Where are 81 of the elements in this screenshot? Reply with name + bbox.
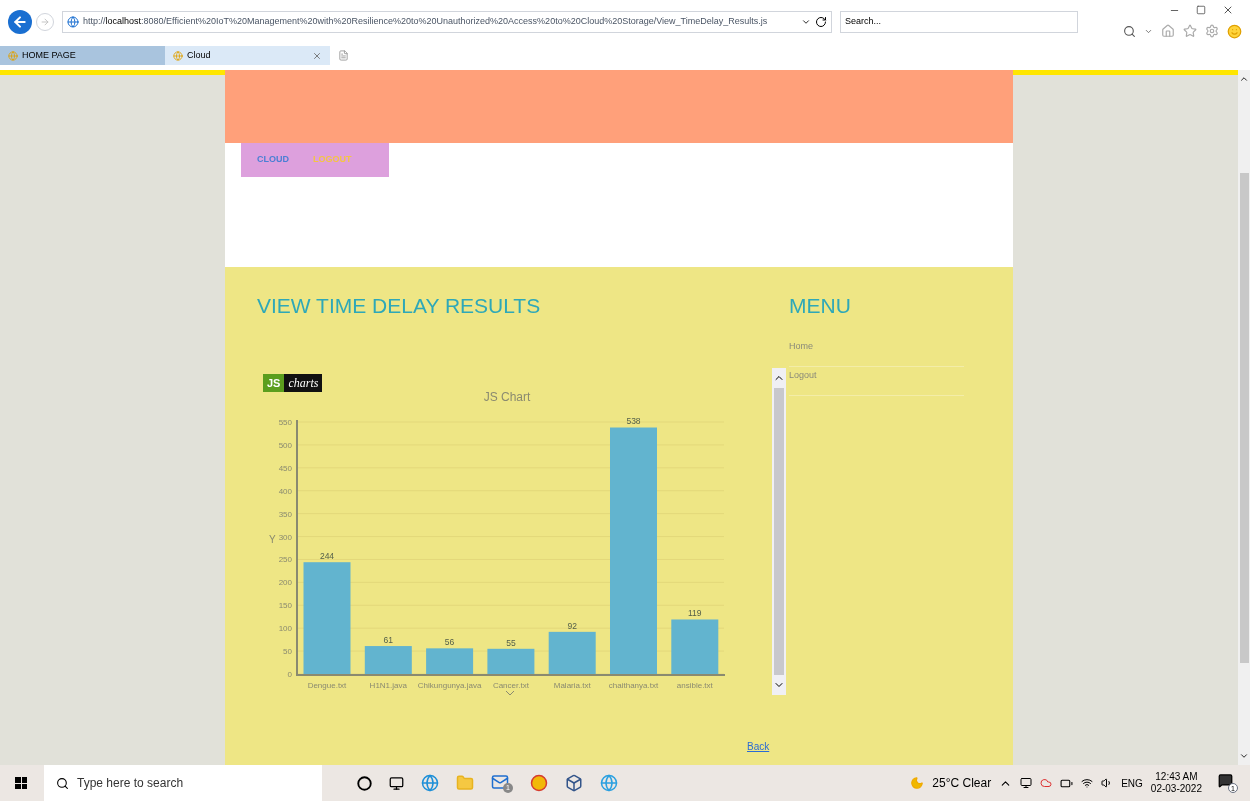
taskbar-search-field[interactable]: Type here to search: [44, 765, 322, 801]
browser-tab[interactable]: HOME PAGE: [0, 46, 165, 65]
page-title: VIEW TIME DELAY RESULTS: [257, 295, 542, 316]
page-scroll-bar[interactable]: [1238, 70, 1250, 765]
monitor-icon[interactable]: [1020, 777, 1033, 789]
cube-icon[interactable]: [565, 774, 583, 792]
category-label: Cancer.txt: [492, 681, 529, 690]
tick-label: 500: [278, 440, 292, 450]
restore-icon[interactable]: [1196, 5, 1206, 15]
value-label: 55: [506, 637, 516, 648]
bar: [548, 631, 596, 674]
category-label: ansible.txt: [676, 681, 713, 690]
url-text: http://localhost:8080/Efficient%20IoT%20Management%20with%20Resilience%20to%20Unauthorized%20Access%20to%20Cloud%20Storage/View_TimeDelay_Results.js: [83, 15, 768, 29]
menu-title: MENU: [789, 295, 852, 316]
smiley-icon[interactable]: [1227, 23, 1242, 39]
tab-label: Cloud: [187, 48, 211, 62]
close-icon[interactable]: [1222, 4, 1234, 16]
tick-label: 300: [278, 532, 292, 542]
search-icon: [56, 776, 69, 790]
weather-text: 25°C Clear: [932, 775, 992, 792]
task-view-icon[interactable]: [389, 775, 404, 791]
circle-icon[interactable]: [357, 775, 372, 791]
category-label: Dengue.txt: [307, 681, 347, 690]
tick-label: 350: [278, 509, 292, 519]
globe-icon: [173, 50, 183, 61]
tick-label: 250: [278, 555, 292, 565]
search-icon[interactable]: [1123, 24, 1136, 38]
tick-label: 50: [283, 647, 292, 657]
category-label: chaithanya.txt: [608, 681, 659, 690]
back-link[interactable]: Back: [747, 741, 770, 752]
tick-label: 400: [278, 486, 292, 496]
bar: [487, 648, 535, 674]
clock-date[interactable]: 02-03-2022: [1150, 783, 1202, 796]
chart-logo: JS charts: [263, 374, 323, 392]
wifi-icon[interactable]: [1081, 777, 1094, 789]
tick-label: 0: [287, 670, 292, 679]
settings-icon[interactable]: [1205, 24, 1219, 38]
refresh-icon[interactable]: [815, 16, 827, 28]
scroll-up-icon[interactable]: [1239, 74, 1249, 84]
tick-label: 200: [278, 578, 292, 588]
category-label: H1N1.java: [369, 681, 407, 690]
new-tab-icon[interactable]: [338, 50, 349, 61]
bar: [364, 646, 412, 674]
windows-icon[interactable]: [15, 777, 27, 789]
address-bar[interactable]: http://localhost:8080/Efficient%20IoT%20Management%20with%20Resilience%20to%20Unauthorized%20Access%20to%20Cloud%20Storage/View_TimeDelay_Results.js: [62, 11, 832, 33]
bar: [426, 648, 474, 674]
back-button[interactable]: [8, 10, 32, 34]
value-label: 61: [383, 635, 394, 646]
value-label: 56: [444, 637, 455, 648]
browser-tab[interactable]: Cloud: [165, 46, 330, 65]
tick-label: 550: [278, 418, 292, 427]
tick-label: 100: [278, 624, 292, 634]
cloud-icon[interactable]: [1040, 777, 1053, 789]
bar: [671, 619, 719, 674]
chart-title: JS Chart: [483, 390, 531, 404]
category-label: Chikungunya.java: [417, 681, 482, 690]
value-label: 538: [626, 416, 641, 427]
value-label: 92: [567, 620, 577, 631]
search-field[interactable]: Search...: [840, 11, 1078, 33]
globe-icon[interactable]: [600, 774, 618, 792]
scroll-bar[interactable]: [772, 368, 786, 695]
value-label: 244: [319, 551, 335, 562]
category-label: Malaria.txt: [553, 681, 591, 690]
tab-label: HOME PAGE: [22, 48, 76, 62]
globe-icon: [8, 50, 18, 61]
home-icon[interactable]: [1161, 24, 1175, 38]
tick-label: 450: [278, 463, 292, 473]
language-text[interactable]: ENG: [1121, 775, 1143, 791]
arrow-right-icon: [40, 17, 50, 27]
globe-icon: [67, 16, 79, 28]
dropdown-icon[interactable]: [801, 17, 811, 27]
tick-label: 150: [278, 601, 292, 611]
chevron-icon: [505, 690, 515, 696]
close-icon[interactable]: [312, 50, 322, 61]
scroll-down-icon[interactable]: [1239, 751, 1249, 761]
clock-time[interactable]: 12:43 AM: [1155, 770, 1198, 783]
colored-circle-icon[interactable]: [530, 774, 548, 792]
star-icon[interactable]: [1183, 24, 1197, 38]
axis-title: Y: [269, 534, 276, 545]
value-label: 119: [688, 608, 702, 619]
moon-icon: [910, 776, 925, 790]
